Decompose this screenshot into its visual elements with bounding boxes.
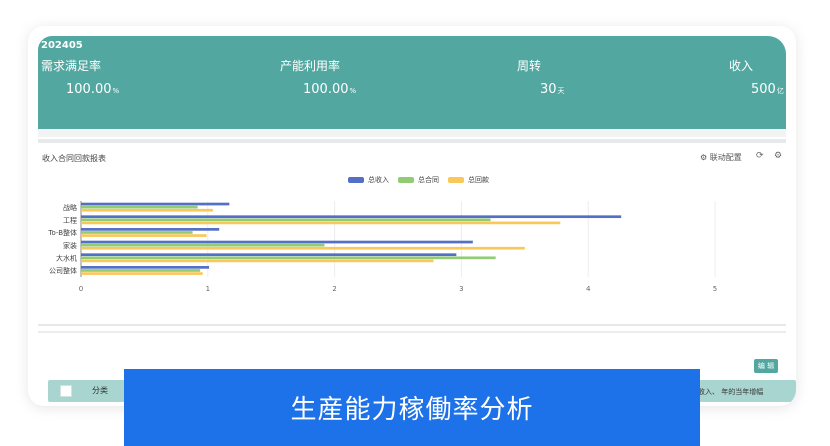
metric-label-demand: 需求满足率 [41,59,102,73]
y-category-label: 工程 [63,216,77,225]
legend-swatch [348,177,364,183]
bar-payment [81,234,207,237]
bar-chart: 0 1 2 3 4 5 战略工程 To-B整体家装大水机公司整体 [47,201,717,293]
bar-payment [81,272,203,275]
bar-revenue [81,228,220,231]
legend-label: 总合同 [418,176,439,184]
x-tick-label: 4 [586,285,591,293]
bar-contract [81,205,198,209]
legend-item-payment[interactable]: 总回款 [448,175,489,185]
bar-revenue [81,202,230,206]
divider-line [38,324,786,326]
report-title: 收入合同回款报表 [42,154,106,163]
kpi-header: 202405 需求满足率 100.00% 产能利用率 100.00% 周转 30… [38,36,786,129]
refresh-icon[interactable]: ⟳ [756,151,764,161]
legend-item-contract[interactable]: 总合同 [398,175,439,185]
metric-label-turnover: 周转 [517,59,542,73]
bar-revenue [81,215,622,219]
edit-button[interactable]: 编 辑 [754,359,778,373]
y-category-label: 战略 [63,203,77,212]
legend-item-revenue[interactable]: 总收入 [348,175,389,185]
bar-contract [81,218,491,222]
metric-value-capacity: 100.00% [303,82,357,97]
bar-payment [81,259,434,263]
column-header-category[interactable]: 分类 [92,385,108,396]
legend-swatch [448,177,464,183]
caption-banner: 生産能力稼働率分析 [124,369,700,446]
bar-revenue [81,253,457,257]
x-tick-label: 3 [459,285,463,293]
x-tick-label: 0 [79,285,83,293]
y-category-label: 大水机 [56,254,77,263]
header-shadow-strip [38,129,786,137]
bar-contract [81,269,201,272]
metric-value-turnover: 30天 [540,82,565,97]
x-tick-label: 1 [206,285,210,293]
y-category-label: To-B整体 [47,228,77,237]
y-category-label: 公司整体 [49,266,77,275]
bar-revenue [81,266,210,269]
metric-value-demand: 100.00% [66,82,120,97]
period-label: 202405 [41,40,83,51]
legend-label: 总收入 [368,176,389,184]
y-category-label: 家装 [63,241,77,250]
settings-icon[interactable]: ⚙ [774,151,782,161]
bar-contract [81,256,496,260]
select-all-checkbox[interactable] [60,385,72,397]
divider-line [38,331,786,333]
bar-contract [81,231,193,234]
column-header-partial[interactable]: 收入、 年的当年增幅 [698,387,763,397]
bar-revenue [81,240,473,244]
metric-label-revenue: 收入 [729,59,754,73]
metric-value-revenue: 500亿 [751,82,784,97]
section-divider [38,139,786,143]
chart-legend: 总收入 总合同 总回款 [348,175,489,185]
x-tick-label: 2 [332,285,336,293]
bar-contract [81,243,325,247]
x-tick-label: 5 [713,285,717,293]
legend-label: 总回款 [468,176,489,184]
bar-payment [81,246,525,250]
bar-payment [81,221,561,225]
link-config-button[interactable]: ⚙ 联动配置 [700,152,742,163]
dashboard-card: 202405 需求满足率 100.00% 产能利用率 100.00% 周转 30… [28,26,796,406]
bar-payment [81,208,213,212]
legend-swatch [398,177,414,183]
metric-label-capacity: 产能利用率 [280,59,341,73]
